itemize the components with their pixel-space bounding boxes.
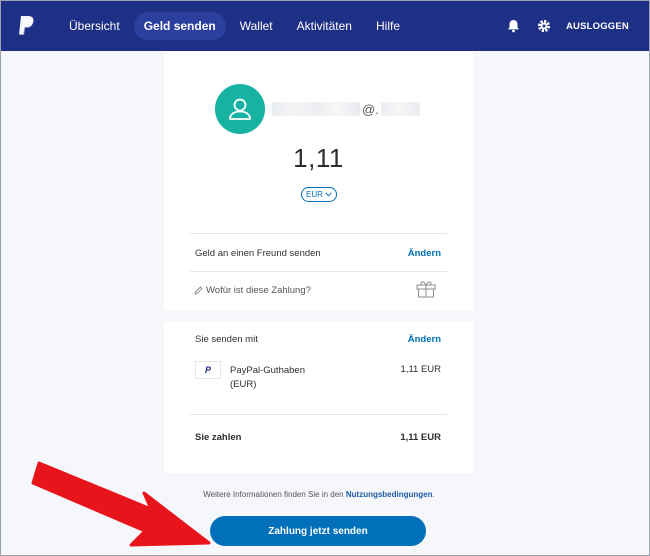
redacted-email-domain (380, 102, 420, 116)
send-payment-button[interactable]: Zahlung jetzt senden (210, 516, 426, 546)
funding-source-card: Sie senden mit Ändern P PayPal-Guthaben … (164, 322, 473, 473)
change-payment-type-link[interactable]: Ändern (408, 248, 441, 259)
user-icon (229, 98, 251, 120)
chevron-down-icon (325, 192, 332, 197)
funding-source-name: PayPal-Guthaben (EUR) (230, 365, 305, 390)
currency-selector[interactable]: EUR (301, 187, 337, 202)
paypal-logo-icon[interactable] (11, 11, 41, 41)
nav-item-overview[interactable]: Übersicht (59, 12, 130, 40)
terms-suffix: . (432, 490, 435, 499)
paypal-balance-icon-letter: P (204, 365, 211, 375)
payment-details-card: @. 1,11 EUR Geld an einen Freund senden … (164, 51, 473, 310)
funding-title: Sie senden mit (195, 334, 258, 345)
nav-item-wallet[interactable]: Wallet (230, 12, 283, 40)
terms-prefix: Weitere Informationen finden Sie in den (203, 490, 344, 499)
pencil-icon (194, 286, 203, 295)
logout-button[interactable]: AUSLOGGEN (566, 21, 629, 32)
recipient-avatar (215, 84, 265, 134)
gift-icon[interactable] (415, 277, 437, 299)
top-navigation: Übersicht Geld senden Wallet Aktivitäten… (1, 1, 649, 51)
redacted-email-part (272, 102, 361, 116)
divider (190, 414, 447, 415)
nav-item-help[interactable]: Hilfe (366, 12, 410, 40)
bell-icon[interactable] (506, 18, 522, 34)
funding-source-amount: 1,11 EUR (400, 364, 441, 375)
divider (190, 271, 447, 272)
purpose-input[interactable]: Wofür ist diese Zahlung? (194, 285, 311, 296)
recipient-email: @. (272, 99, 420, 119)
paypal-balance-icon: P (195, 361, 221, 379)
email-at-sign: @. (362, 101, 379, 117)
nav-item-send-money[interactable]: Geld senden (133, 12, 226, 40)
total-amount: 1,11 EUR (400, 432, 441, 443)
currency-label: EUR (306, 190, 323, 199)
gear-icon[interactable] (536, 18, 552, 34)
terms-link[interactable]: Nutzungsbedingungen (346, 490, 433, 499)
payment-type-label: Geld an einen Freund senden (195, 248, 321, 259)
red-arrow-annotation (31, 461, 211, 547)
nav-item-activities[interactable]: Aktivitäten (287, 12, 362, 40)
purpose-placeholder: Wofür ist diese Zahlung? (206, 285, 311, 296)
change-funding-link[interactable]: Ändern (408, 334, 441, 345)
payment-amount[interactable]: 1,11 (164, 143, 473, 174)
divider (190, 233, 447, 234)
total-label: Sie zahlen (195, 432, 242, 443)
